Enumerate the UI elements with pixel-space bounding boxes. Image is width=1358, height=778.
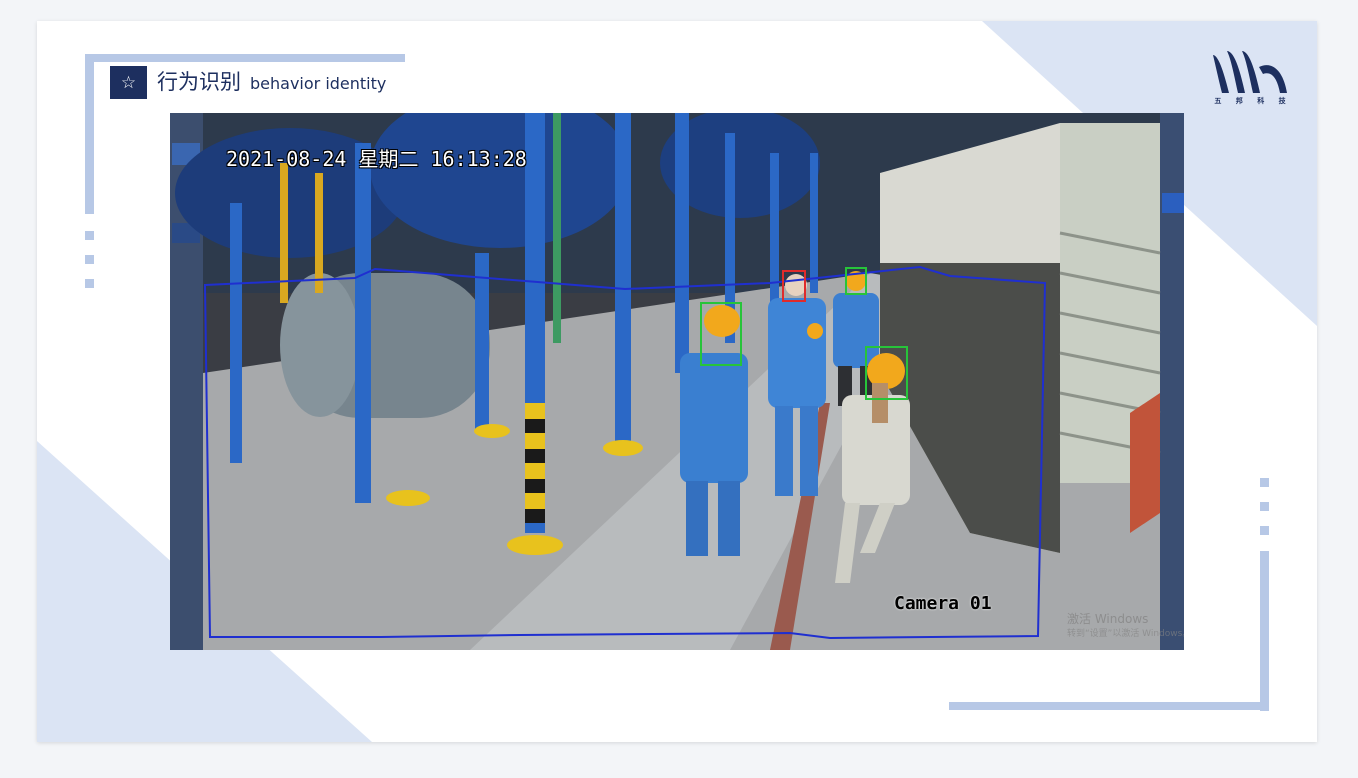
video-timestamp: 2021-08-24 星期二 16:13:28 (226, 147, 527, 171)
activation-watermark-hint: 转到“设置”以激活 Windows。 (1067, 629, 1184, 639)
deco-bar-top (85, 54, 405, 62)
slide: ☆ 行为识别 behavior identity 五 邦 科 技 2021-08… (37, 21, 1317, 742)
camera-video-frame: 2021-08-24 星期二 16:13:28 Camera 01 激活 Win… (170, 113, 1184, 650)
deco-bar-left (85, 54, 94, 214)
page-subtitle: behavior identity (250, 74, 387, 93)
company-logo-text: 五 邦 科 技 (1214, 97, 1292, 105)
deco-bar-right (1260, 551, 1269, 711)
page-title: 行为识别 (157, 70, 241, 94)
star-icon: ☆ (120, 72, 137, 93)
camera-scene (170, 113, 1184, 650)
activation-watermark: 激活 Windows (1067, 612, 1149, 626)
title-badge: ☆ (110, 66, 147, 99)
camera-label: Camera 01 (894, 593, 992, 614)
deco-bar-bottom (949, 702, 1269, 710)
